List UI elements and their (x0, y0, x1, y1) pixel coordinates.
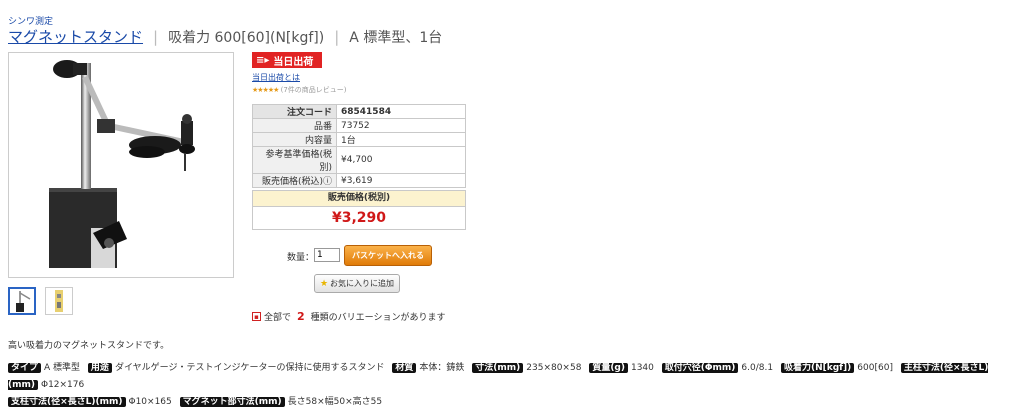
table-row: 内容量 1台 (252, 132, 466, 147)
product-description: 高い吸着力のマグネットスタンドです。 (8, 341, 170, 351)
favorites-button-label: お気に入りに追加 (330, 279, 395, 288)
basket-button-label: バスケットへ入れる (352, 251, 424, 260)
quantity-input[interactable] (314, 248, 340, 262)
product-image[interactable] (8, 52, 234, 278)
spec-value: 長さ58×幅50×高さ55 (287, 397, 383, 407)
info-value: 73752 (336, 118, 466, 133)
info-label[interactable]: 販売価格(税込)ⓘ (252, 173, 337, 188)
stand-thumb-icon (16, 291, 31, 312)
info-value: ¥3,619 (336, 173, 466, 188)
title-spec-suction: 吸着力 600[60](N[kgf]) (168, 30, 325, 46)
spec-tag: タイプ (8, 363, 42, 373)
same-day-label: 当日出荷 (273, 56, 314, 68)
stand-variant-thumb-icon (55, 290, 63, 312)
table-row: 品番 73752 (252, 118, 466, 133)
spec-tag: 用途 (87, 363, 112, 373)
spec-tags: タイプ A 標準型 用途 ダイヤルゲージ・テストインジケーターの保持に使用するスタン… (8, 360, 1020, 411)
spec-value: ダイヤルゲージ・テストインジケーターの保持に使用するスタンド (114, 363, 385, 373)
sale-price-box: 販売価格(税別) ¥3,290 (252, 190, 466, 230)
product-name-link[interactable]: マグネットスタンド (8, 26, 143, 47)
thumbnail-2[interactable] (45, 287, 73, 315)
sale-price-label: 販売価格(税別) (253, 191, 465, 207)
info-label: 参考基準価格(税別) (252, 146, 337, 174)
spec-value: 本体：鋳鉄 (419, 363, 465, 373)
info-value: ¥4,700 (336, 146, 466, 174)
table-row: 注文コード 68541584 (252, 104, 466, 119)
add-to-favorites-button[interactable]: ★ お気に入りに追加 (314, 274, 400, 293)
product-title: マグネットスタンド | 吸着力 600[60](N[kgf]) | A 標準型、… (8, 26, 442, 47)
variation-icon: ▪ (252, 312, 261, 321)
review-count: (7件の商品レビュー) (280, 86, 347, 94)
product-info-table: 注文コード 68541584 品番 73752 内容量 1台 参考基準価格(税別… (252, 104, 466, 188)
table-row: 参考基準価格(税別) ¥4,700 (252, 146, 466, 174)
title-separator: | (153, 28, 159, 46)
variation-suffix: 種類のバリエーションがあります (310, 313, 446, 323)
spec-tag: 材質 (392, 363, 417, 373)
info-value: 1台 (336, 132, 466, 147)
quantity-label: 数量： (287, 253, 315, 263)
spec-tag: マグネット部寸法(mm) (179, 397, 285, 407)
thumbnail-1[interactable] (8, 287, 36, 315)
truck-icon: ≡▸ (256, 54, 270, 66)
spec-tag: 支柱寸法(径×長さL)(mm) (8, 397, 126, 407)
review-rating[interactable]: ★★★★★ (7件の商品レビュー) (252, 85, 347, 95)
star-icon: ★ (319, 278, 329, 289)
info-label: 品番 (252, 118, 337, 133)
magnetic-stand-image (49, 60, 195, 268)
spec-value: Φ12×176 (40, 380, 85, 390)
spec-tag: 吸着力(N[kgf]) (780, 363, 855, 373)
spec-value: 1340 (630, 363, 654, 373)
same-day-badge: ≡▸ 当日出荷 (252, 52, 322, 68)
spec-tag: 寸法(mm) (472, 363, 524, 373)
table-row: 販売価格(税込)ⓘ ¥3,619 (252, 173, 466, 188)
variation-prefix: 全部で (264, 313, 292, 323)
info-label: 内容量 (252, 132, 337, 147)
same-day-info-link[interactable]: 当日出荷とは (252, 72, 300, 83)
title-spec-type: A 標準型、1台 (349, 30, 443, 46)
variation-count: 2 (297, 310, 305, 323)
title-separator: | (334, 28, 340, 46)
spec-value: Φ10×165 (128, 397, 172, 407)
rating-stars: ★★★★★ (252, 86, 279, 94)
info-label: 注文コード (252, 104, 337, 119)
spec-tag: 質量(g) (589, 363, 628, 373)
spec-value: A 標準型 (44, 363, 81, 373)
sale-price-value: ¥3,290 (331, 210, 387, 226)
variation-link[interactable]: ▪ 全部で 2 種類のバリエーションがあります (252, 310, 446, 323)
add-to-basket-button[interactable]: バスケットへ入れる (344, 245, 432, 266)
spec-value: 235×80×58 (526, 363, 582, 373)
spec-tag: 取付穴径(Φmm) (661, 363, 739, 373)
spec-value: 6.0/8.1 (741, 363, 774, 373)
info-value: 68541584 (336, 104, 466, 119)
spec-value: 600[60] (857, 363, 893, 373)
